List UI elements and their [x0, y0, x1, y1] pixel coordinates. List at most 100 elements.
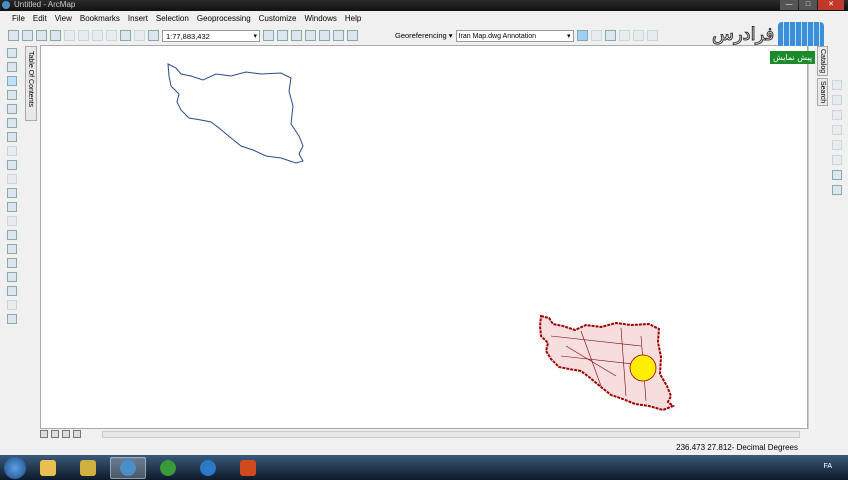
arccatalog-icon: [80, 459, 96, 476]
taskbar-powerpoint[interactable]: [230, 457, 266, 479]
pan-icon[interactable]: [7, 76, 17, 86]
select-elements-icon[interactable]: [7, 188, 17, 198]
browser-icon: [200, 459, 216, 476]
globe-icon: [160, 459, 176, 476]
powerpoint-icon: [240, 459, 256, 476]
identify-icon[interactable]: [7, 202, 17, 212]
menu-file[interactable]: File: [8, 12, 29, 26]
paste-icon[interactable]: [92, 30, 103, 41]
find-icon[interactable]: [7, 258, 17, 268]
map-view[interactable]: [40, 45, 808, 429]
hyperlink-icon[interactable]: [7, 216, 17, 226]
full-extent-icon[interactable]: [7, 90, 17, 100]
split-icon[interactable]: [832, 140, 842, 150]
shift-icon[interactable]: [604, 30, 616, 41]
menu-edit[interactable]: Edit: [29, 12, 51, 26]
auto-adjust-icon[interactable]: [618, 30, 630, 41]
watermark-name: فرادرس: [711, 24, 775, 46]
undo-icon[interactable]: [120, 30, 131, 41]
taskbar-explorer[interactable]: [30, 457, 66, 479]
rotate-icon[interactable]: [590, 30, 602, 41]
menu-geoprocessing[interactable]: Geoprocessing: [193, 12, 255, 26]
zoom-in-icon[interactable]: [7, 48, 17, 58]
add-data-icon[interactable]: [148, 30, 159, 41]
open-icon[interactable]: [22, 30, 33, 41]
window-title: Untitled - ArcMap: [14, 0, 76, 9]
measure-icon[interactable]: [7, 244, 17, 254]
table-of-contents-icon[interactable]: [277, 30, 288, 41]
attributes-icon[interactable]: [832, 155, 842, 165]
pause-drawing-button[interactable]: [73, 430, 81, 438]
preview-badge: پیش نمایش: [770, 51, 816, 64]
taskbar-arcmap[interactable]: [110, 456, 146, 479]
highlighted-province: [629, 354, 657, 382]
sketch-properties-icon[interactable]: [832, 170, 842, 180]
maximize-button[interactable]: □: [799, 0, 817, 10]
faradars-watermark: فرادرس پیش نمایش: [710, 20, 830, 67]
create-features-icon[interactable]: [832, 185, 842, 195]
back-icon[interactable]: [7, 132, 17, 142]
language-indicator[interactable]: FA: [823, 463, 832, 470]
draw-tool-icon[interactable]: [832, 80, 842, 90]
arctoolbox-icon[interactable]: [319, 30, 330, 41]
edit-vertices-icon[interactable]: [832, 95, 842, 105]
taskbar-app[interactable]: [150, 457, 186, 479]
view-switcher: [40, 430, 81, 438]
table-of-contents-tab[interactable]: Table Of Contents: [25, 46, 37, 121]
arcmap-icon: [120, 459, 136, 476]
reshape-icon[interactable]: [832, 110, 842, 120]
go-to-xy-icon[interactable]: [7, 286, 17, 296]
cut-icon[interactable]: [64, 30, 75, 41]
menu-view[interactable]: View: [51, 12, 76, 26]
menu-insert[interactable]: Insert: [124, 12, 152, 26]
georef-layer-select[interactable]: Iran Map.dwg Annotation: [455, 29, 574, 42]
close-button[interactable]: ✕: [818, 0, 844, 10]
layout-view-button[interactable]: [51, 430, 59, 438]
data-view-button[interactable]: [40, 430, 48, 438]
menu-customize[interactable]: Customize: [255, 12, 301, 26]
select-features-icon[interactable]: [7, 160, 17, 170]
view-link-table-icon[interactable]: [646, 30, 658, 41]
right-toolbar: [832, 80, 842, 195]
new-icon[interactable]: [8, 30, 19, 41]
update-display-icon[interactable]: [632, 30, 644, 41]
georeferencing-menu[interactable]: Georeferencing ▾: [395, 31, 453, 40]
python-icon[interactable]: [333, 30, 344, 41]
model-builder-icon[interactable]: [347, 30, 358, 41]
forward-icon[interactable]: [7, 146, 17, 156]
fixed-zoom-out-icon[interactable]: [7, 118, 17, 128]
viewer-window-icon[interactable]: [7, 314, 17, 324]
copy-icon[interactable]: [78, 30, 89, 41]
folder-icon: [40, 459, 56, 476]
find-route-icon[interactable]: [7, 272, 17, 282]
search-window-icon[interactable]: [305, 30, 316, 41]
time-slider-icon[interactable]: [7, 300, 17, 310]
menu-help[interactable]: Help: [341, 12, 365, 26]
search-tab[interactable]: Search: [817, 78, 828, 107]
menu-bookmarks[interactable]: Bookmarks: [76, 12, 124, 26]
clear-selection-icon[interactable]: [7, 174, 17, 184]
print-icon[interactable]: [50, 30, 61, 41]
minimize-button[interactable]: —: [780, 0, 798, 10]
vertical-scrollbar[interactable]: [808, 45, 815, 429]
editor-icon[interactable]: [263, 30, 274, 41]
start-button[interactable]: [4, 456, 26, 479]
horizontal-scrollbar[interactable]: [102, 431, 800, 438]
fixed-zoom-in-icon[interactable]: [7, 104, 17, 114]
cut-polygon-icon[interactable]: [832, 125, 842, 135]
catalog-icon[interactable]: [291, 30, 302, 41]
html-popup-icon[interactable]: [7, 230, 17, 240]
add-control-points-icon[interactable]: [576, 30, 588, 41]
delete-icon[interactable]: [106, 30, 117, 41]
map-scale-input[interactable]: 1:77,883,432: [162, 29, 260, 42]
refresh-button[interactable]: [62, 430, 70, 438]
save-icon[interactable]: [36, 30, 47, 41]
book-logo-icon: [778, 22, 824, 46]
tools-toolbar: [3, 48, 21, 368]
taskbar-browser[interactable]: [190, 457, 226, 479]
taskbar-arccatalog[interactable]: [70, 457, 106, 479]
menu-windows[interactable]: Windows: [300, 12, 340, 26]
redo-icon[interactable]: [134, 30, 145, 41]
zoom-out-icon[interactable]: [7, 62, 17, 72]
menu-selection[interactable]: Selection: [152, 12, 193, 26]
